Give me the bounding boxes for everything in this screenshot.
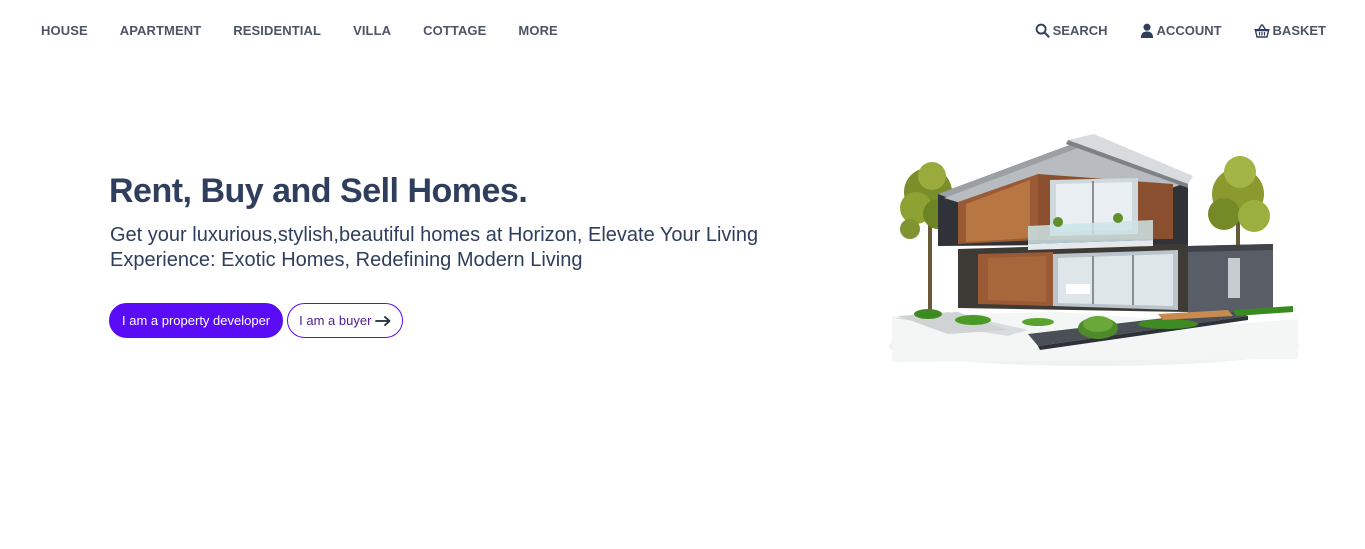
nav-link-more[interactable]: MORE bbox=[518, 22, 557, 39]
nav-link-residential[interactable]: RESIDENTIAL bbox=[233, 22, 321, 39]
nav-link-cottage[interactable]: COTTAGE bbox=[423, 22, 486, 39]
user-icon bbox=[1140, 23, 1153, 38]
arrow-right-icon bbox=[375, 315, 391, 326]
category-nav: HOUSE APARTMENT RESIDENTIAL VILLA COTTAG… bbox=[41, 22, 590, 39]
basket-icon bbox=[1254, 23, 1270, 38]
nav-link-villa[interactable]: VILLA bbox=[353, 22, 391, 39]
basket-link[interactable]: BASKET bbox=[1254, 22, 1326, 39]
buyer-button[interactable]: I am a buyer bbox=[287, 303, 404, 338]
top-navigation: HOUSE APARTMENT RESIDENTIAL VILLA COTTAG… bbox=[0, 0, 1365, 62]
utility-nav: SEARCH ACCOUNT BASKET bbox=[1003, 22, 1326, 39]
search-icon bbox=[1035, 23, 1050, 38]
hero-subtitle: Get your luxurious,stylish,beautiful hom… bbox=[110, 224, 759, 271]
buyer-button-label: I am a buyer bbox=[299, 313, 372, 328]
search-label: SEARCH bbox=[1052, 23, 1108, 38]
account-label: ACCOUNT bbox=[1156, 23, 1222, 38]
nav-link-apartment[interactable]: APARTMENT bbox=[120, 22, 202, 39]
property-developer-button[interactable]: I am a property developer bbox=[109, 303, 284, 338]
basket-label: BASKET bbox=[1272, 23, 1326, 38]
hero-title: Rent, Buy and Sell Homes. bbox=[109, 172, 528, 210]
search-link[interactable]: SEARCH bbox=[1035, 22, 1108, 39]
account-link[interactable]: ACCOUNT bbox=[1140, 22, 1222, 39]
nav-link-house[interactable]: HOUSE bbox=[41, 22, 88, 39]
modern-house-illustration bbox=[889, 134, 1299, 366]
hero-actions: I am a property developer I am a buyer bbox=[109, 303, 404, 338]
